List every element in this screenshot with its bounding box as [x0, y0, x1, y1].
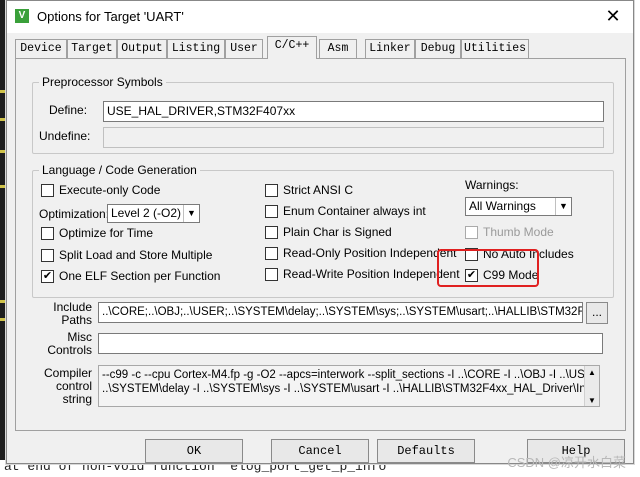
- checkbox-box[interactable]: [265, 226, 278, 239]
- optimize-time-label: Optimize for Time: [59, 226, 154, 240]
- strict-ansi-label: Strict ANSI C: [283, 183, 354, 197]
- cancel-button[interactable]: Cancel: [271, 439, 369, 463]
- warnings-value: All Warnings: [469, 199, 536, 213]
- compiler-string-line2: ..\SYSTEM\delay -I ..\SYSTEM\sys -I ..\S…: [102, 383, 600, 395]
- preprocessor-group: Preprocessor Symbols Define: USE_HAL_DRI…: [32, 75, 614, 154]
- optimization-select[interactable]: Level 2 (-O2) ▼: [107, 204, 200, 223]
- tab-asm[interactable]: Asm: [319, 39, 357, 58]
- options-dialog: V Options for Target 'UART' ✕ Device Tar…: [6, 0, 634, 464]
- compiler-string-box[interactable]: --c99 -c --cpu Cortex-M4.fp -g -O2 --apc…: [98, 365, 600, 407]
- rw-pi-label: Read-Write Position Independent: [283, 267, 460, 281]
- warnings-label: Warnings:: [465, 178, 519, 192]
- checkbox-box[interactable]: [41, 249, 54, 262]
- execute-only-label: Execute-only Code: [59, 183, 161, 197]
- tab-c-cpp[interactable]: C/C++: [267, 36, 317, 59]
- tab-utilities[interactable]: Utilities: [461, 39, 529, 58]
- close-icon[interactable]: ✕: [603, 6, 623, 26]
- checkbox-box[interactable]: [265, 247, 278, 260]
- tab-output[interactable]: Output: [117, 39, 167, 58]
- misc-controls-label-line2: Controls: [47, 343, 92, 357]
- compiler-string-label: Compiler control string: [36, 367, 92, 406]
- chevron-down-icon[interactable]: ▼: [183, 205, 199, 222]
- tab-target[interactable]: Target: [67, 39, 117, 58]
- define-field[interactable]: USE_HAL_DRIVER,STM32F407xx: [103, 101, 604, 122]
- undefine-field[interactable]: [103, 127, 604, 148]
- c99-highlight-box: [437, 249, 539, 287]
- misc-controls-label: Misc Controls: [36, 331, 92, 357]
- tab-debug[interactable]: Debug: [415, 39, 461, 58]
- check-icon[interactable]: ✔: [41, 270, 54, 283]
- checkbox-box[interactable]: [265, 205, 278, 218]
- compiler-string-label-line3: string: [62, 392, 92, 406]
- tab-listing[interactable]: Listing: [167, 39, 225, 58]
- include-paths-label-line2: Paths: [61, 313, 92, 327]
- warnings-select[interactable]: All Warnings ▼: [465, 197, 572, 216]
- misc-controls-field[interactable]: [98, 333, 603, 354]
- csdn-watermark: CSDN @凉开水白菜: [507, 455, 626, 470]
- plain-char-label: Plain Char is Signed: [283, 225, 392, 239]
- split-load-label: Split Load and Store Multiple: [59, 248, 213, 262]
- keil-logo-icon: V: [15, 9, 29, 23]
- include-paths-field[interactable]: ..\CORE;..\OBJ;..\USER;..\SYSTEM\delay;.…: [98, 302, 583, 323]
- checkbox-box[interactable]: [265, 268, 278, 281]
- checkbox-box[interactable]: [265, 184, 278, 197]
- tab-device[interactable]: Device: [15, 39, 67, 58]
- tab-user[interactable]: User: [225, 39, 263, 58]
- language-group-label: Language / Code Generation: [39, 163, 200, 177]
- ok-button[interactable]: OK: [145, 439, 243, 463]
- checkbox-box[interactable]: [41, 227, 54, 240]
- compiler-string-scrollbar[interactable]: ▲ ▼: [584, 366, 599, 406]
- dialog-title: Options for Target 'UART': [37, 9, 184, 24]
- include-paths-browse-button[interactable]: ...: [586, 302, 608, 324]
- optimization-value: Level 2 (-O2): [111, 206, 182, 220]
- chevron-down-icon[interactable]: ▼: [555, 198, 571, 215]
- tab-linker[interactable]: Linker: [365, 39, 415, 58]
- thumb-mode-label: Thumb Mode: [483, 225, 554, 239]
- enum-container-label: Enum Container always int: [283, 204, 426, 218]
- preprocessor-group-label: Preprocessor Symbols: [39, 75, 166, 89]
- one-elf-label: One ELF Section per Function: [59, 269, 221, 283]
- include-paths-label: Include Paths: [44, 301, 92, 327]
- compiler-string-line1: --c99 -c --cpu Cortex-M4.fp -g -O2 --apc…: [102, 369, 600, 381]
- checkbox-box[interactable]: [41, 184, 54, 197]
- ro-pi-label: Read-Only Position Independent: [283, 246, 457, 260]
- optimization-label: Optimization:: [39, 207, 110, 221]
- define-label: Define:: [49, 103, 88, 117]
- c-cpp-panel: Preprocessor Symbols Define: USE_HAL_DRI…: [15, 58, 626, 431]
- defaults-button[interactable]: Defaults: [377, 439, 475, 463]
- title-bar: V Options for Target 'UART' ✕: [7, 1, 633, 33]
- checkbox-box[interactable]: [465, 226, 478, 239]
- undefine-label: Undefine:: [39, 129, 91, 143]
